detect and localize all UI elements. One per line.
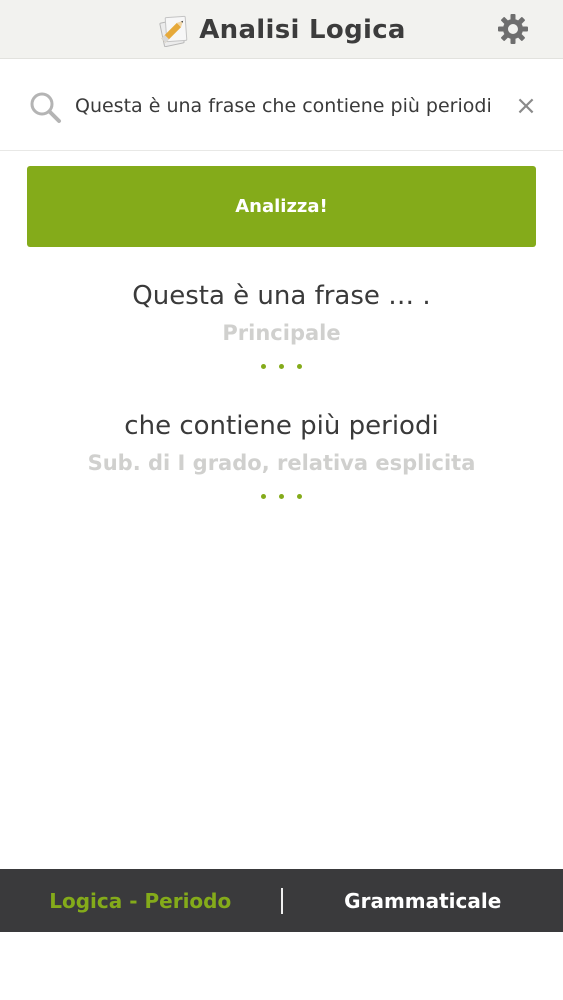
dot (261, 493, 266, 499)
bottom-nav: Logica - Periodo Grammaticale (0, 869, 563, 932)
search-icon (30, 92, 61, 123)
close-icon[interactable]: × (515, 90, 537, 122)
dot (261, 363, 266, 369)
search-input[interactable] (75, 88, 515, 124)
more-options-icon[interactable] (0, 356, 563, 376)
header-title-group: Analisi Logica (0, 0, 563, 59)
analyze-button[interactable]: Analizza! (27, 166, 536, 247)
dot (279, 493, 284, 499)
dot (297, 493, 302, 499)
tab-logica-periodo[interactable]: Logica - Periodo (0, 869, 281, 932)
more-options-icon[interactable] (0, 486, 563, 506)
app-title: Analisi Logica (199, 14, 406, 45)
clause-type: Sub. di I grado, relativa esplicita (87, 451, 476, 475)
clause-item: che contiene più periodi Sub. di I grado… (0, 406, 563, 506)
tab-grammaticale[interactable]: Grammaticale (283, 869, 563, 932)
analysis-results: Questa è una frase … . Principale che co… (0, 276, 563, 536)
clause-type: Principale (222, 321, 341, 345)
dot (279, 363, 284, 369)
dot (297, 363, 302, 369)
clause-text: che contiene più periodi (124, 411, 439, 441)
search-bar: × (0, 60, 563, 151)
clause-text: Questa è una frase … . (132, 281, 431, 311)
clause-item: Questa è una frase … . Principale (0, 276, 563, 376)
pencil-paper-icon (159, 15, 188, 47)
gear-icon[interactable] (497, 13, 529, 45)
app-header: Analisi Logica (0, 0, 563, 59)
